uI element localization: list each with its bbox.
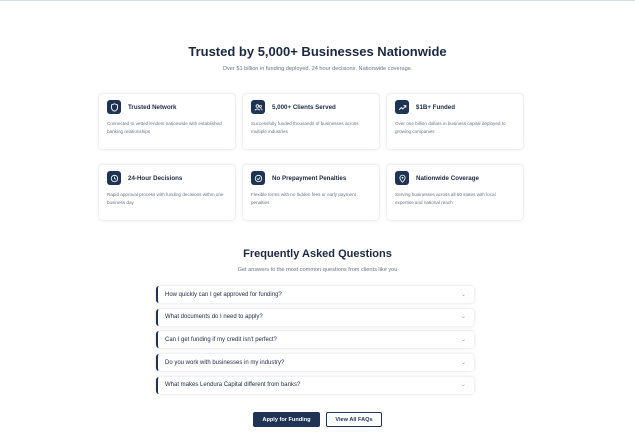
top-divider bbox=[0, 0, 635, 1]
feature-card-trusted-network: Trusted Network Connected to vetted lend… bbox=[99, 94, 235, 149]
chevron-down-icon: ⌄ bbox=[460, 359, 466, 366]
faq-heading: Frequently Asked Questions bbox=[243, 248, 392, 260]
map-pin-icon bbox=[395, 171, 409, 185]
faq-question: Do you work with businesses in my indust… bbox=[165, 359, 285, 366]
feature-title: Trusted Network bbox=[128, 103, 177, 111]
faq-actions: Apply for Funding View All FAQs bbox=[0, 412, 635, 427]
users-icon bbox=[251, 100, 265, 114]
feature-card-24-hour-decisions: 24-Hour Decisions Rapid approval process… bbox=[99, 165, 235, 220]
chevron-down-icon: ⌄ bbox=[460, 336, 466, 343]
feature-description: Rapid approval process with funding deci… bbox=[107, 192, 224, 205]
check-circle-icon bbox=[251, 171, 265, 185]
faq-item[interactable]: Can I get funding if my credit isn't per… bbox=[156, 331, 474, 349]
shield-icon bbox=[107, 100, 121, 114]
faq-subtitle: Get answers to the most common questions… bbox=[237, 267, 398, 273]
page-subtitle: Over $1 billion in funding deployed. 24 … bbox=[222, 66, 413, 72]
faq-list: How quickly can I get approved for fundi… bbox=[156, 286, 474, 399]
faq-item[interactable]: How quickly can I get approved for fundi… bbox=[156, 286, 474, 303]
faq-item[interactable]: What documents do I need to apply? ⌄ bbox=[156, 308, 474, 326]
feature-card-clients-served: 5,000+ Clients Served Successfully funde… bbox=[243, 94, 379, 149]
faq-question: What makes Lendura Capital different fro… bbox=[165, 382, 301, 389]
feature-title: 5,000+ Clients Served bbox=[272, 103, 336, 111]
feature-grid: Trusted Network Connected to vetted lend… bbox=[99, 94, 523, 220]
feature-title: Nationwide Coverage bbox=[416, 174, 479, 182]
feature-card-funded: $1B+ Funded Over one billion dollars in … bbox=[387, 94, 523, 149]
feature-title: $1B+ Funded bbox=[416, 103, 456, 111]
page-title: Trusted by 5,000+ Businesses Nationwide bbox=[188, 44, 447, 59]
feature-description: Successfully funded thousands of busines… bbox=[251, 121, 359, 134]
feature-card-no-prepayment-penalties: No Prepayment Penalties Flexible terms w… bbox=[243, 165, 379, 220]
feature-title: 24-Hour Decisions bbox=[128, 174, 183, 182]
chevron-down-icon: ⌄ bbox=[460, 382, 466, 389]
faq-question: What documents do I need to apply? bbox=[165, 314, 263, 321]
faq-item[interactable]: Do you work with businesses in my indust… bbox=[156, 354, 474, 372]
clock-icon bbox=[107, 171, 121, 185]
apply-for-funding-button[interactable]: Apply for Funding bbox=[253, 412, 320, 427]
feature-description: Flexible terms with no hidden fees or ea… bbox=[251, 192, 356, 205]
faq-question: How quickly can I get approved for fundi… bbox=[165, 291, 282, 298]
faq-item[interactable]: What makes Lendura Capital different fro… bbox=[156, 376, 474, 394]
feature-description: Over one billion dollars in business cap… bbox=[395, 121, 506, 134]
feature-description: Serving businesses across all 50 states … bbox=[395, 192, 496, 205]
chevron-down-icon: ⌄ bbox=[460, 314, 466, 321]
feature-card-nationwide-coverage: Nationwide Coverage Serving businesses a… bbox=[387, 165, 523, 220]
faq-question: Can I get funding if my credit isn't per… bbox=[165, 336, 277, 343]
feature-description: Connected to vetted lenders nationwide w… bbox=[107, 121, 222, 134]
view-all-faqs-button[interactable]: View All FAQs bbox=[326, 412, 382, 427]
trending-up-icon bbox=[395, 100, 409, 114]
chevron-down-icon: ⌄ bbox=[460, 291, 466, 298]
feature-title: No Prepayment Penalties bbox=[272, 174, 347, 182]
